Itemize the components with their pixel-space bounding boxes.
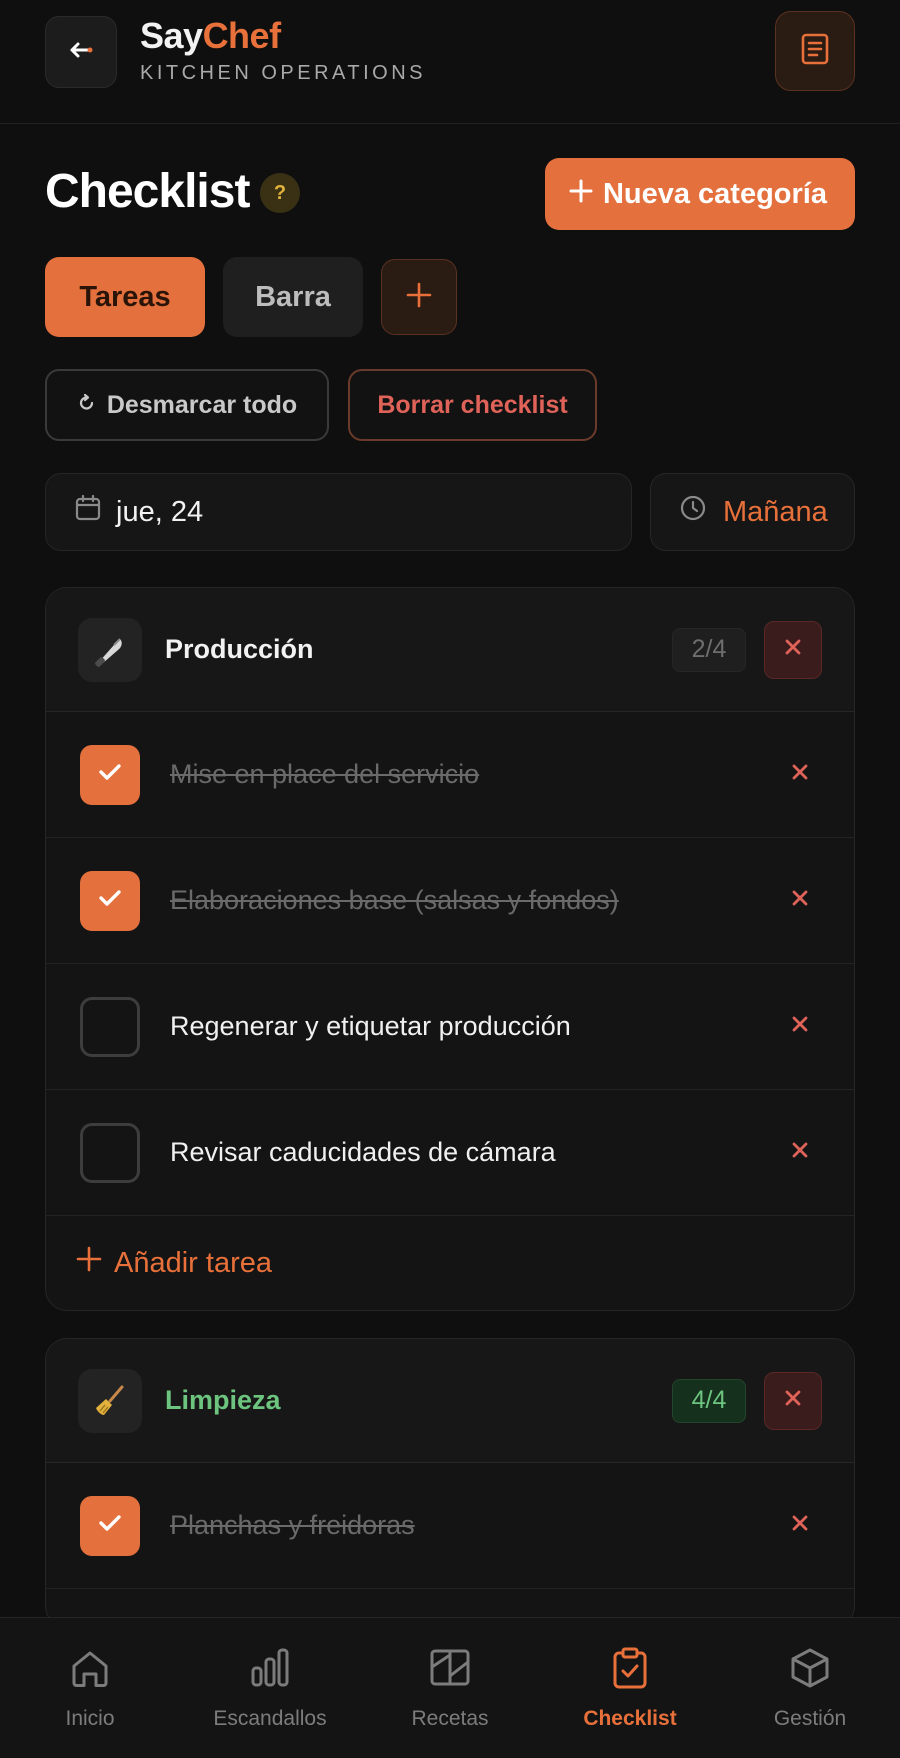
delete-category-button[interactable] [764, 1371, 822, 1430]
task-row: Elaboraciones base (salsas y fondos) [46, 838, 854, 964]
task-count-badge: 2/4 [672, 627, 746, 672]
nav-label: Escandallos [213, 1706, 327, 1730]
task-count-badge: 4/4 [672, 1378, 746, 1423]
calendar-icon [74, 494, 102, 530]
shift-value: Mañana [723, 495, 828, 528]
uncheck-all-button[interactable]: Desmarcar todo [45, 369, 329, 441]
category-card-produccion: Producción 2/4 Mise en place del servici… [45, 587, 855, 1311]
shift-selector[interactable]: Mañana [650, 473, 855, 551]
close-icon [791, 1141, 809, 1164]
brand-name-chef: Chef [202, 15, 282, 56]
date-value: jue, 24 [116, 495, 204, 528]
category-name[interactable]: Producción [165, 634, 314, 665]
task-row: Revisar caducidades de cámara [46, 1090, 854, 1216]
task-label[interactable]: Mise en place del servicio [170, 759, 479, 790]
book-icon [428, 1646, 472, 1695]
task-checkbox[interactable] [80, 1122, 140, 1183]
nav-item-recetas[interactable]: Recetas [360, 1646, 540, 1731]
brand-name-say: Say [140, 15, 203, 56]
close-icon [784, 1389, 802, 1412]
task-row: Mise en place del servicio [46, 712, 854, 838]
clock-icon [679, 494, 707, 530]
task-label[interactable]: Planchas y freidoras [170, 1510, 415, 1541]
nav-item-inicio[interactable]: Inicio [0, 1646, 180, 1731]
add-tab-button[interactable] [381, 259, 457, 335]
close-icon [791, 763, 809, 786]
category-name[interactable]: Limpieza [165, 1385, 281, 1416]
task-row: Regenerar y etiquetar producción [46, 964, 854, 1090]
bottom-nav: Inicio Escandallos Recetas Checklist Ges… [0, 1617, 900, 1758]
nav-item-gestion[interactable]: Gestión [720, 1646, 900, 1731]
knife-icon [78, 617, 142, 682]
delete-category-button[interactable] [764, 620, 822, 679]
plus-icon [406, 282, 432, 313]
task-checkbox[interactable] [80, 1495, 140, 1556]
app-header: SayChef KITCHEN OPERATIONS [0, 0, 900, 124]
document-icon [800, 33, 830, 70]
check-icon [97, 887, 123, 914]
clear-checklist-button[interactable]: Borrar checklist [348, 369, 597, 441]
nav-item-escandallos[interactable]: Escandallos [180, 1646, 360, 1731]
delete-task-button[interactable] [784, 1510, 816, 1542]
tab-tareas[interactable]: Tareas [45, 257, 205, 337]
refresh-icon [77, 391, 97, 420]
add-task-button[interactable]: Añadir tarea [46, 1216, 854, 1310]
close-icon [791, 1015, 809, 1038]
new-category-label: Nueva categoría [602, 177, 827, 210]
nav-label: Gestión [773, 1706, 847, 1730]
uncheck-all-label: Desmarcar todo [106, 390, 298, 419]
notes-button[interactable] [775, 11, 855, 91]
back-arrow-icon [66, 40, 96, 65]
plus-icon [76, 1246, 102, 1280]
brand-name: SayChef [140, 14, 426, 58]
task-checkbox[interactable] [80, 996, 140, 1057]
broom-icon [78, 1368, 142, 1433]
brand: SayChef KITCHEN OPERATIONS [140, 14, 426, 85]
close-icon [784, 638, 802, 661]
close-icon [791, 1514, 809, 1537]
task-label[interactable]: Regenerar y etiquetar producción [170, 1011, 571, 1042]
tab-barra[interactable]: Barra [223, 257, 363, 337]
close-icon [791, 889, 809, 912]
category-header: Producción 2/4 [46, 588, 854, 712]
brand-subtitle: KITCHEN OPERATIONS [140, 62, 426, 84]
delete-task-button[interactable] [784, 759, 816, 791]
new-category-button[interactable]: Nueva categoría [544, 158, 855, 230]
nav-label: Checklist [583, 1706, 677, 1730]
check-icon [97, 1512, 123, 1539]
task-row: Planchas y freidoras [46, 1463, 854, 1589]
page-title: Checklist [45, 165, 250, 218]
delete-task-button[interactable] [784, 885, 816, 917]
check-icon [97, 761, 123, 788]
home-icon [68, 1646, 112, 1695]
help-button[interactable]: ? [260, 173, 300, 213]
task-checkbox[interactable] [80, 870, 140, 931]
category-card-limpieza: Limpieza 4/4 Planchas y freidoras [45, 1338, 855, 1628]
task-label[interactable]: Elaboraciones base (salsas y fondos) [170, 885, 619, 916]
delete-task-button[interactable] [784, 1137, 816, 1169]
clipboard-check-icon [608, 1646, 652, 1695]
add-task-label: Añadir tarea [114, 1246, 272, 1279]
delete-task-button[interactable] [784, 1011, 816, 1043]
category-header: Limpieza 4/4 [46, 1339, 854, 1463]
date-picker[interactable]: jue, 24 [45, 473, 632, 551]
plus-icon [569, 178, 593, 211]
nav-label: Recetas [411, 1706, 489, 1730]
back-button[interactable] [45, 16, 117, 88]
bar-chart-icon [248, 1646, 292, 1695]
nav-item-checklist[interactable]: Checklist [540, 1646, 720, 1731]
task-label[interactable]: Revisar caducidades de cámara [170, 1137, 556, 1168]
task-checkbox[interactable] [80, 744, 140, 805]
box-icon [788, 1646, 832, 1695]
nav-label: Inicio [65, 1706, 115, 1730]
